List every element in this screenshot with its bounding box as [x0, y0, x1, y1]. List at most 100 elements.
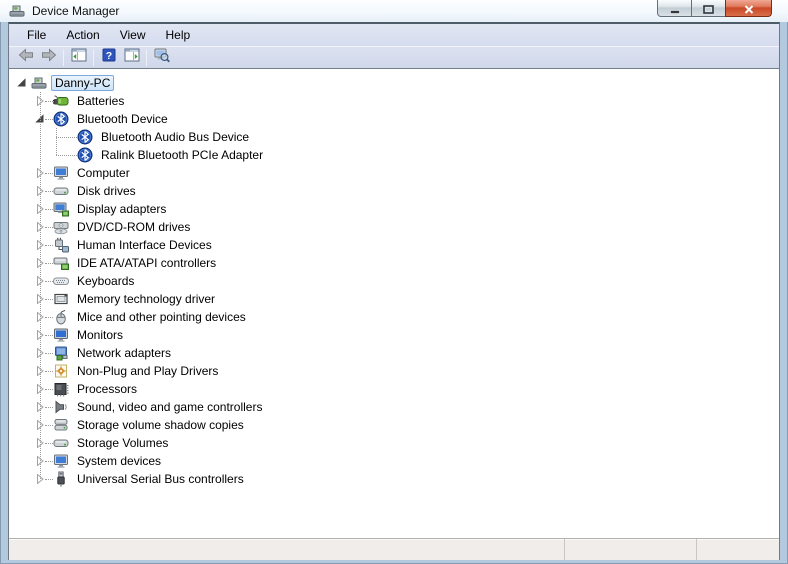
- tree-item-universal-serial-bus-controllers[interactable]: Universal Serial Bus controllers: [9, 470, 779, 488]
- tree-guide-stub: [45, 370, 53, 372]
- tree-item-label[interactable]: Storage volume shadow copies: [73, 417, 248, 433]
- hid-icon: [53, 237, 69, 253]
- tree-item-ralink-bluetooth-pcie-adapter[interactable]: Ralink Bluetooth PCIe Adapter: [9, 146, 779, 164]
- tree-guide-stub: [45, 262, 53, 264]
- usb-controller-icon: [53, 471, 69, 487]
- tree-guide-stub: [45, 406, 53, 408]
- tree-item-monitors[interactable]: Monitors: [9, 326, 779, 344]
- tree-item-processors[interactable]: Processors: [9, 380, 779, 398]
- tree-item-label[interactable]: Danny-PC: [51, 75, 115, 91]
- device-tree: Danny-PC Batteries Bluetooth Device Bluetoo…: [9, 69, 779, 538]
- tree-item-danny-pc[interactable]: Danny-PC: [9, 74, 779, 92]
- toolbar-button-forward[interactable]: [37, 47, 60, 68]
- tree-item-system-devices[interactable]: System devices: [9, 452, 779, 470]
- tree-item-label[interactable]: Non-Plug and Play Drivers: [73, 363, 222, 379]
- maximize-button[interactable]: [692, 0, 725, 17]
- tree-item-bluetooth-device[interactable]: Bluetooth Device: [9, 110, 779, 128]
- menu-help[interactable]: Help: [156, 24, 201, 46]
- collapse-arrow-icon[interactable]: [17, 78, 27, 88]
- tree-item-computer[interactable]: Computer: [9, 164, 779, 182]
- network-adapter-icon: [53, 345, 69, 361]
- tree-item-mice-and-other-pointing-devices[interactable]: Mice and other pointing devices: [9, 308, 779, 326]
- tree-item-ide-ata-atapi-controllers[interactable]: IDE ATA/ATAPI controllers: [9, 254, 779, 272]
- toolbar-separator: [63, 49, 64, 66]
- processor-icon: [53, 381, 69, 397]
- tree-item-display-adapters[interactable]: Display adapters: [9, 200, 779, 218]
- menu-file[interactable]: File: [17, 24, 56, 46]
- tree-guide-stub: [45, 334, 53, 336]
- tree-item-label[interactable]: Memory technology driver: [73, 291, 219, 307]
- window-title: Device Manager: [32, 4, 120, 18]
- titlebar: Device Manager: [0, 0, 788, 22]
- tree-item-label[interactable]: Network adapters: [73, 345, 175, 361]
- tree-item-batteries[interactable]: Batteries: [9, 92, 779, 110]
- tree-item-label[interactable]: Storage Volumes: [73, 435, 172, 451]
- tree-item-storage-volume-shadow-copies[interactable]: Storage volume shadow copies: [9, 416, 779, 434]
- device-manager-icon: [9, 3, 25, 19]
- tree-item-label[interactable]: Processors: [73, 381, 141, 397]
- status-text: [9, 539, 564, 560]
- tree-guide-stub: [45, 244, 53, 246]
- tree-item-sound-video-and-game-controllers[interactable]: Sound, video and game controllers: [9, 398, 779, 416]
- computer-root-icon: [31, 75, 47, 91]
- tree-item-human-interface-devices[interactable]: Human Interface Devices: [9, 236, 779, 254]
- tree-guide-stub: [45, 190, 53, 192]
- back-arrow-icon: [18, 47, 34, 68]
- tree-guide-line: [40, 92, 41, 479]
- tree-item-label[interactable]: Ralink Bluetooth PCIe Adapter: [97, 147, 267, 163]
- tree-item-label[interactable]: Bluetooth Audio Bus Device: [97, 129, 253, 145]
- bluetooth-icon: [53, 111, 69, 127]
- toolbar-button-back[interactable]: [14, 47, 37, 68]
- tree-item-label[interactable]: Sound, video and game controllers: [73, 399, 266, 415]
- tree-item-storage-volumes[interactable]: Storage Volumes: [9, 434, 779, 452]
- tree-item-label[interactable]: Disk drives: [73, 183, 140, 199]
- display-adapter-icon: [53, 201, 69, 217]
- tree-item-label[interactable]: Batteries: [73, 93, 128, 109]
- tree-guide-stub: [45, 478, 53, 480]
- tree-item-label[interactable]: Human Interface Devices: [73, 237, 216, 253]
- close-button[interactable]: [725, 0, 772, 17]
- tree-guide-stub: [45, 208, 53, 210]
- tree-item-label[interactable]: Computer: [73, 165, 134, 181]
- tree-item-network-adapters[interactable]: Network adapters: [9, 344, 779, 362]
- tree-item-non-plug-and-play-drivers[interactable]: Non-Plug and Play Drivers: [9, 362, 779, 380]
- tree-item-label[interactable]: Monitors: [73, 327, 127, 343]
- tree-item-label[interactable]: IDE ATA/ATAPI controllers: [73, 255, 220, 271]
- tree-item-disk-drives[interactable]: Disk drives: [9, 182, 779, 200]
- tree-guide-line: [56, 128, 57, 155]
- toolbar-button-show-console-tree[interactable]: [67, 47, 90, 68]
- tree-guide-stub: [45, 424, 53, 426]
- tree-item-memory-technology-driver[interactable]: Memory technology driver: [9, 290, 779, 308]
- monitor-icon: [53, 327, 69, 343]
- tree-item-label[interactable]: Display adapters: [73, 201, 170, 217]
- minimize-button[interactable]: [657, 0, 692, 17]
- tree-guide-stub: [45, 100, 53, 102]
- status-cell: [564, 539, 696, 560]
- tree-item-label[interactable]: DVD/CD-ROM drives: [73, 219, 194, 235]
- memory-card-icon: [53, 291, 69, 307]
- mouse-icon: [53, 309, 69, 325]
- disk-drive-icon: [53, 183, 69, 199]
- toolbar-button-scan-for-hardware-changes[interactable]: [150, 47, 173, 68]
- bluetooth-icon: [77, 129, 93, 145]
- tree-item-label[interactable]: Universal Serial Bus controllers: [73, 471, 248, 487]
- storage-volume-icon: [53, 435, 69, 451]
- sound-icon: [53, 399, 69, 415]
- tree-item-keyboards[interactable]: Keyboards: [9, 272, 779, 290]
- ide-controller-icon: [53, 255, 69, 271]
- tree-item-label[interactable]: System devices: [73, 453, 165, 469]
- dvd-drive-icon: [53, 219, 69, 235]
- status-cell: [696, 539, 779, 560]
- toolbar-button-help[interactable]: ?: [97, 47, 120, 68]
- menu-action[interactable]: Action: [56, 24, 109, 46]
- help-icon: ?: [101, 47, 117, 68]
- tree-item-label[interactable]: Mice and other pointing devices: [73, 309, 250, 325]
- tree-item-bluetooth-audio-bus-device[interactable]: Bluetooth Audio Bus Device: [9, 128, 779, 146]
- tree-item-label[interactable]: Keyboards: [73, 273, 138, 289]
- tree-item-dvd-cd-rom-drives[interactable]: DVD/CD-ROM drives: [9, 218, 779, 236]
- svg-text:?: ?: [105, 50, 111, 62]
- tree-item-label[interactable]: Bluetooth Device: [73, 111, 172, 127]
- menu-view[interactable]: View: [110, 24, 156, 46]
- toolbar-button-show-action-pane[interactable]: [120, 47, 143, 68]
- tree-guide-stub: [45, 460, 53, 462]
